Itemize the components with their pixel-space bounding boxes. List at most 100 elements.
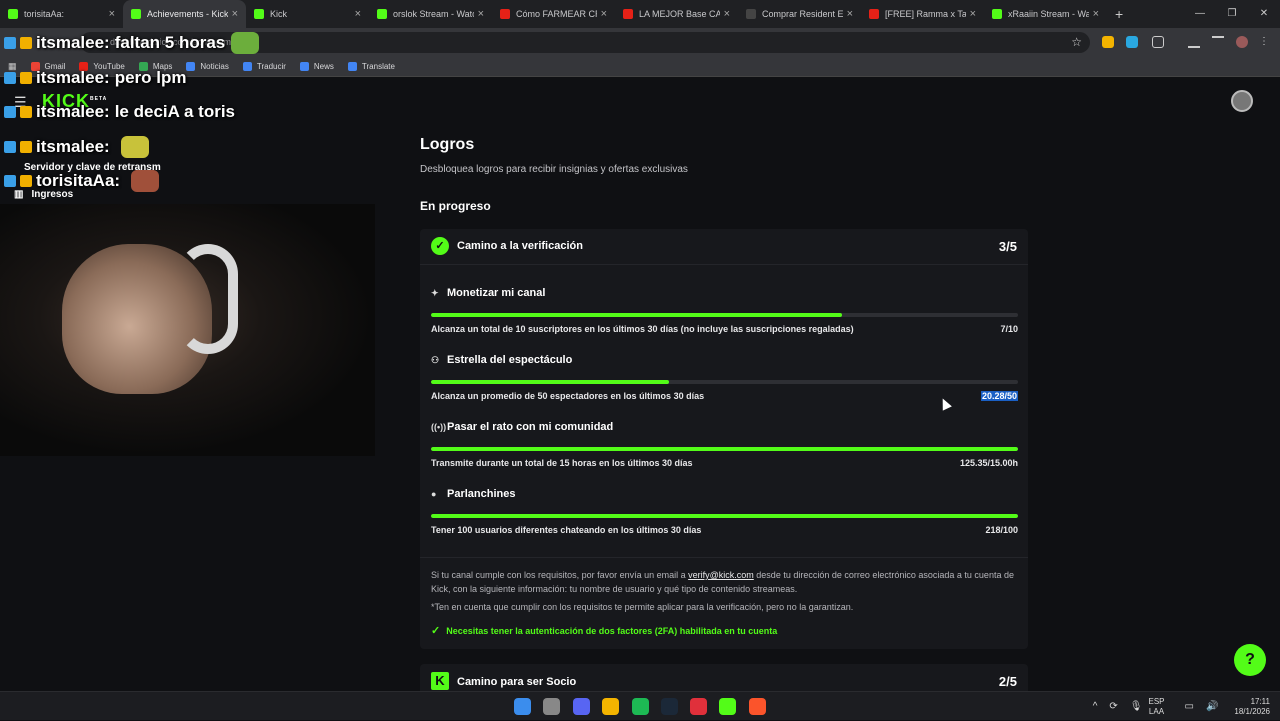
chrome-icon[interactable] [602,698,619,715]
chat-bubble-icon: ● [431,489,437,499]
close-tab-icon[interactable]: × [109,8,115,20]
bookmark-item[interactable]: News [299,62,334,71]
verification-info: Si tu canal cumple con los requisitos, p… [420,557,1028,649]
maximize-button[interactable]: ❐ [1216,0,1248,28]
browser-tab[interactable]: Achievements - Kick × [123,0,246,28]
bookmark-item[interactable]: Traducir [242,62,286,71]
bookmark-item[interactable]: Noticias [186,62,229,71]
close-tab-icon[interactable]: × [847,8,853,20]
kick-icon[interactable] [719,698,736,715]
close-tab-icon[interactable]: × [724,8,730,20]
tab-favicon-icon [8,9,18,19]
task-title-text: Parlanchines [447,488,516,500]
extension-icon[interactable] [1126,36,1138,48]
browser-tab[interactable]: orslok Stream - Watch × [369,0,492,28]
reading-list-icon[interactable] [1212,36,1224,48]
steam-icon[interactable] [661,698,678,715]
close-tab-icon[interactable]: × [1093,8,1099,20]
info-text: Si tu canal cumple con los requisitos, p… [431,568,1021,596]
chevron-up-icon[interactable]: ^ [1093,701,1098,712]
steelseries-icon[interactable] [543,698,560,715]
chat-badge-icon [20,175,32,187]
browser-tab[interactable]: Comprar Resident Evil × [738,0,861,28]
task-progress-fill [431,380,670,384]
language-indicator[interactable]: ESP LAA [1148,697,1164,717]
bookmark-favicon-icon [299,62,309,71]
chat-badge-icon [20,72,32,84]
sync-icon[interactable]: ⟳ [1109,701,1117,712]
task-progress-bar [431,447,1018,451]
card-header[interactable]: ✓ Camino a la verificación 3/5 [420,229,1028,265]
task-progress-value: 218/100 [985,525,1018,535]
task-title: ((•))Pasar el rato con mi comunidad [431,421,613,433]
system-tray: ^ ⟳ 🎙 ESP LAA ▭ 🔊 17:11 18/1/2026 [1087,692,1270,721]
lang-layout: LAA [1148,706,1165,716]
spotify-icon[interactable] [632,698,649,715]
browser-menu-icon[interactable]: ⋮ [1258,36,1270,48]
chat-badge-icon [4,37,16,49]
support-chat-icon[interactable]: ? [1234,644,1266,676]
task-progress-bar [431,313,1018,317]
windows-start-icon[interactable] [514,698,531,715]
close-tab-icon[interactable]: × [355,8,361,20]
opera-icon[interactable] [690,698,707,715]
browser-tab[interactable]: torisitaAa: × [0,0,123,28]
chat-message: itsmalee: pero lpm [4,68,187,88]
browser-tab[interactable]: Kick × [246,0,369,28]
tab-title: torisitaAa: [24,9,65,19]
extensions-puzzle-icon[interactable] [1152,36,1164,48]
browser-tab[interactable]: Cómo FARMEAR CROWNS × [492,0,615,28]
task-progress-value: 125.35/15.00h [959,458,1018,468]
window-controls: — ❐ ✕ [1184,0,1280,28]
bookmark-favicon-icon [347,62,357,71]
volume-icon[interactable]: 🔊 [1206,701,1218,712]
user-avatar[interactable] [1231,90,1253,112]
minimize-button[interactable]: — [1184,0,1216,28]
download-icon[interactable] [1188,36,1200,48]
achievement-card-verification: ✓ Camino a la verificación 3/5 ✦ Monetiza… [420,229,1028,649]
discord-icon[interactable] [573,698,590,715]
browser-tab[interactable]: LA MEJOR Base CASTLE × [615,0,738,28]
task-progress-bar [431,380,1018,384]
tab-favicon-icon [869,9,879,19]
bookmark-star-icon[interactable]: ☆ [1071,35,1082,49]
task-progress-value: 20.28/50 [980,391,1018,401]
bookmark-label: Noticias [200,62,229,71]
tab-title: Achievements - Kick [147,9,228,19]
close-tab-icon[interactable]: × [601,8,607,20]
card-progress-count: 2/5 [998,674,1017,689]
profile-avatar-icon[interactable] [1236,36,1248,48]
tab-favicon-icon [623,9,633,19]
chat-username: torisitaAa: [36,171,121,190]
browser-tab[interactable]: xRaaiin Stream - Watch × [984,0,1107,28]
browser-tab[interactable]: [FREE] Ramma x Tadu × [861,0,984,28]
users-icon: ⚇ [431,355,440,365]
chat-username: itsmalee: [36,137,110,156]
close-tab-icon[interactable]: × [970,8,976,20]
brave-icon[interactable] [749,698,766,715]
twofa-requirement: ✓ Necesitas tener la autenticación de dos… [431,624,777,637]
headset [178,244,238,354]
extension-icon[interactable] [1102,36,1114,48]
network-icon[interactable]: ▭ [1185,701,1194,712]
close-tab-icon[interactable]: × [478,8,484,20]
chat-username: itsmalee: [36,102,110,121]
chat-badge-icon [4,106,16,118]
tab-title: [FREE] Ramma x Tadu [885,9,966,19]
twofa-text: Necesitas tener la autenticación de dos … [446,626,778,636]
tab-title: LA MEJOR Base CASTLE [639,9,720,19]
clock-time: 17:11 [1250,696,1270,706]
tab-title: Kick [270,9,288,19]
bookmark-item[interactable]: Translate [347,62,395,71]
info-note: *Ten en cuenta que cumplir con los requi… [431,602,854,612]
chat-message: itsmalee: faltan 5 horas [4,32,260,54]
microphone-icon[interactable]: 🎙 [1130,701,1143,712]
close-window-button[interactable]: ✕ [1248,0,1280,28]
new-tab-button[interactable]: + [1115,6,1123,22]
achievement-card-partner[interactable]: K Camino para ser Socio 2/5 [420,664,1028,691]
chat-badge-icon [4,141,16,153]
clock[interactable]: 17:11 18/1/2026 [1234,697,1270,717]
verify-email-link[interactable]: verify@kick.com [688,570,754,580]
close-tab-icon[interactable]: × [232,8,238,20]
chat-badge-icon [4,175,16,187]
